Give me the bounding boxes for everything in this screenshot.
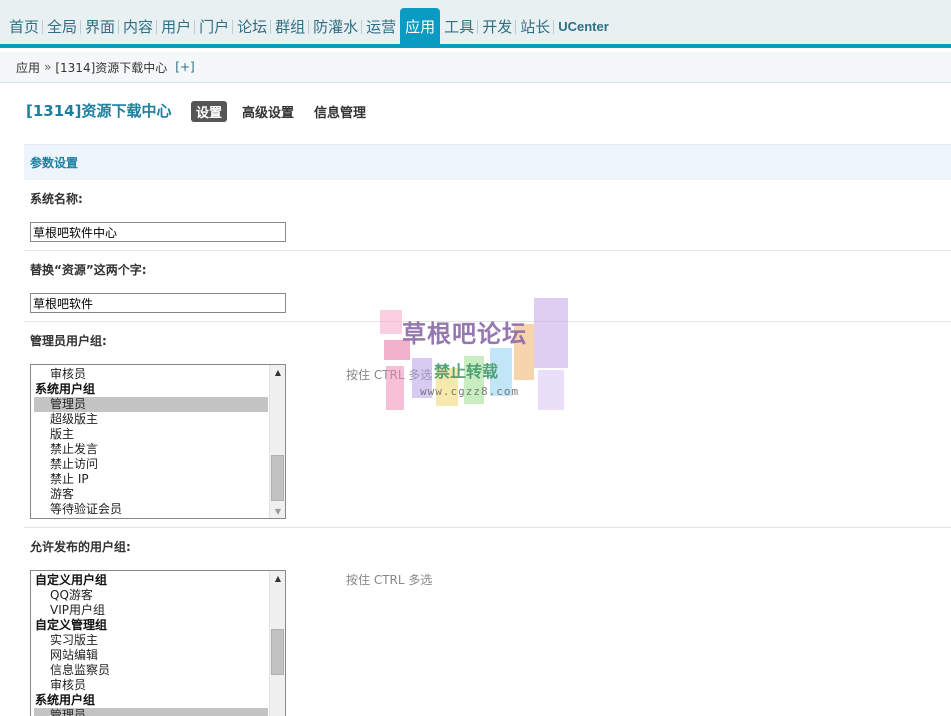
option-group-label: 自定义用户组 xyxy=(35,573,108,587)
list-option[interactable]: 超级版主 xyxy=(34,412,268,427)
option-group-label: 系统用户组 xyxy=(35,382,96,396)
post-groups-label: 允许发布的用户组: xyxy=(30,540,131,554)
nav-item-0[interactable]: 首页 xyxy=(5,8,43,44)
system-name-label: 系统名称: xyxy=(30,192,83,206)
tab-info-management[interactable]: 信息管理 xyxy=(309,101,371,122)
tab-advanced-settings[interactable]: 高级设置 xyxy=(237,101,299,122)
nav-item-13[interactable]: 站长 xyxy=(515,8,554,44)
watermark-notice: 禁止转载 xyxy=(434,362,499,381)
nav-item-6[interactable]: 论坛 xyxy=(232,8,271,44)
list-option[interactable]: 网站编辑 xyxy=(34,648,268,663)
nav-item-11[interactable]: 工具 xyxy=(440,8,478,44)
nav-item-7[interactable]: 群组 xyxy=(270,8,309,44)
nav-item-10[interactable]: 应用 xyxy=(400,8,441,44)
admin-groups-label: 管理员用户组: xyxy=(30,334,107,348)
breadcrumb-current: [1314]资源下载中心 xyxy=(55,60,168,75)
list-option[interactable]: 管理员 xyxy=(34,397,268,412)
tab-settings[interactable]: 设置 xyxy=(191,101,228,122)
sub-tabs: 设置 高级设置 信息管理 xyxy=(191,101,371,122)
post-groups-tip: 按住 CTRL 多选 xyxy=(346,573,433,587)
nav-item-4[interactable]: 用户 xyxy=(156,8,195,44)
list-option[interactable]: 禁止访问 xyxy=(34,457,268,472)
post-groups-select[interactable]: 自定义用户组 QQ游客 VIP用户组 自定义管理组 实习版主 网站编辑 信息监察员 审核员 系统… xyxy=(30,570,286,716)
nav-item-8[interactable]: 防灌水 xyxy=(308,8,362,44)
admin-groups-select[interactable]: 审核员 系统用户组 管理员 超级版主 版主 禁止发言 禁止访问 禁止 IP 游客 等待验证会员 ▲… xyxy=(30,364,286,519)
scroll-down-icon[interactable]: ▼ xyxy=(270,504,285,518)
watermark-block xyxy=(534,298,568,368)
nav-item-9[interactable]: 运营 xyxy=(361,8,400,44)
nav-item-12[interactable]: 开发 xyxy=(477,8,516,44)
watermark-title: 草根吧论坛 xyxy=(402,320,527,348)
option-group-label: 自定义管理组 xyxy=(35,618,108,632)
list-option[interactable]: 管理员 xyxy=(34,708,268,716)
replace-word-input[interactable] xyxy=(30,293,286,313)
breadcrumb-root[interactable]: 应用 xyxy=(16,59,40,76)
add-shortcut-button[interactable]: [+] xyxy=(175,60,194,74)
scroll-up-icon[interactable]: ▲ xyxy=(270,365,285,379)
top-nav-items: 首页 全局 界面 内容 用户 门户 论坛 群组 防灌水 运营 应用 工具 开发 站长 UCenter xyxy=(5,8,613,44)
list-option[interactable]: 等待验证会员 xyxy=(34,502,268,517)
list-option[interactable]: 版主 xyxy=(34,427,268,442)
row-divider xyxy=(24,527,951,528)
admin-groups-options: 审核员 系统用户组 管理员 超级版主 版主 禁止发言 禁止访问 禁止 IP 游客 等待验证会员 xyxy=(34,367,268,517)
post-groups-options: 自定义用户组 QQ游客 VIP用户组 自定义管理组 实习版主 网站编辑 信息监察员 审核员 系统… xyxy=(34,573,268,716)
list-option[interactable]: 信息监察员 xyxy=(34,663,268,678)
list-option[interactable]: 实习版主 xyxy=(34,633,268,648)
nav-item-2[interactable]: 界面 xyxy=(80,8,119,44)
scroll-thumb[interactable] xyxy=(271,455,284,501)
top-nav: 首页 全局 界面 内容 用户 门户 论坛 群组 防灌水 运营 应用 工具 开发 站长 UCenter xyxy=(0,0,951,48)
nav-item-3[interactable]: 内容 xyxy=(118,8,157,44)
top-nav-bar xyxy=(0,44,951,48)
list-option[interactable]: 审核员 xyxy=(34,367,268,382)
list-option[interactable]: 禁止发言 xyxy=(34,442,268,457)
list-option[interactable]: 游客 xyxy=(34,487,268,502)
breadcrumb: 应用 » [1314]资源下载中心 [+] xyxy=(0,52,951,83)
list-option[interactable]: VIP用户组 xyxy=(34,603,268,618)
section-header: 参数设置 xyxy=(24,144,951,180)
system-name-input[interactable] xyxy=(30,222,286,242)
replace-word-label: 替换“资源”这两个字: xyxy=(30,263,147,277)
watermark-block xyxy=(386,366,404,410)
nav-item-1[interactable]: 全局 xyxy=(42,8,81,44)
list-option[interactable]: QQ游客 xyxy=(34,588,268,603)
nav-item-5[interactable]: 门户 xyxy=(194,8,233,44)
page-title: [1314]资源下载中心 xyxy=(26,102,172,120)
admin-groups-scrollbar[interactable]: ▲ ▼ xyxy=(269,365,285,518)
list-option[interactable]: 禁止 IP xyxy=(34,472,268,487)
watermark-url: www.cgzz8.com xyxy=(420,385,520,398)
watermark-block xyxy=(538,370,564,410)
scroll-thumb[interactable] xyxy=(271,629,284,675)
list-option[interactable]: 审核员 xyxy=(34,678,268,693)
scroll-up-icon[interactable]: ▲ xyxy=(270,571,285,585)
breadcrumb-separator: » xyxy=(44,60,52,74)
nav-item-14[interactable]: UCenter xyxy=(553,8,613,44)
post-groups-scrollbar[interactable]: ▲ xyxy=(269,571,285,716)
watermark-block xyxy=(380,310,402,334)
option-group-label: 系统用户组 xyxy=(35,693,96,707)
watermark: 草根吧论坛 禁止转载 www.cgzz8.com xyxy=(378,296,573,418)
row-divider xyxy=(24,250,951,251)
